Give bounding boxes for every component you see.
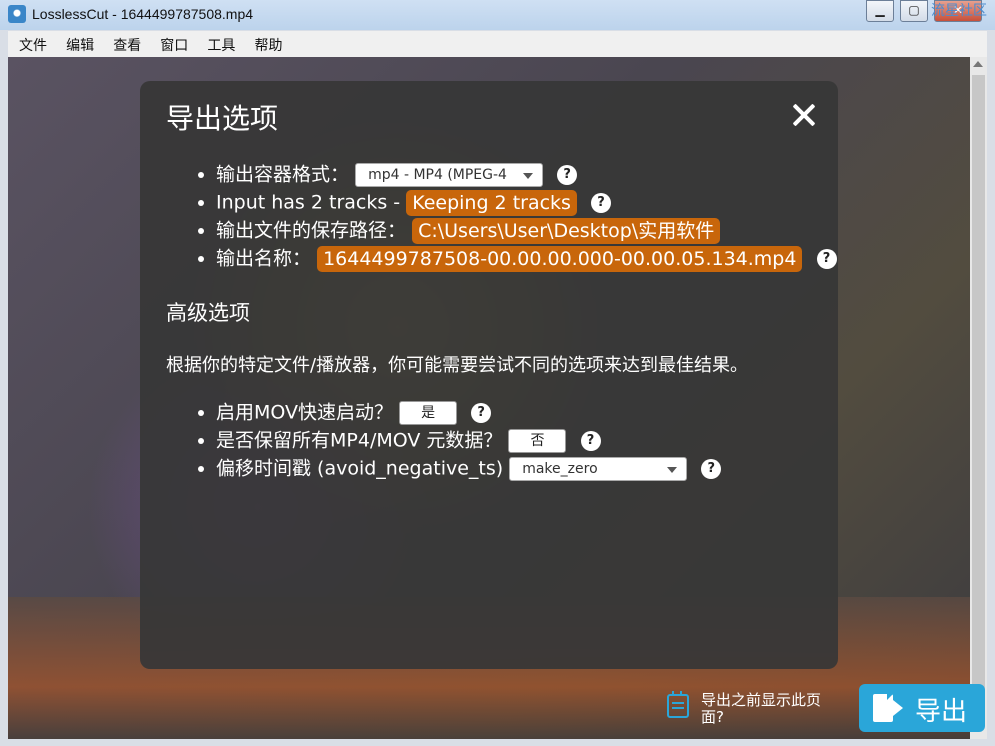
maximize-button[interactable]: ▢ [900, 0, 928, 22]
help-icon[interactable]: ? [580, 430, 601, 451]
minimize-button[interactable]: ▁ [866, 0, 894, 22]
list-item: 输出容器格式： mp4 - MP4 (MPEG-4 ? [216, 160, 837, 188]
advanced-options-list: 启用MOV快速启动？ 是 ? 是否保留所有MP4/MOV 元数据？ 否 ? 偏移… [190, 398, 722, 482]
container-format-value: mp4 - MP4 (MPEG-4 [368, 166, 507, 183]
help-icon[interactable]: ? [591, 192, 611, 213]
output-path-button[interactable]: C:\Users\User\Desktop\实用软件 [412, 217, 721, 244]
calendar-icon [667, 691, 689, 718]
dialog-close-icon[interactable] [790, 101, 818, 129]
chevron-down-icon [667, 466, 678, 473]
container-format-label: 输出容器格式： [216, 163, 350, 186]
export-button[interactable]: 导出 [859, 684, 985, 732]
menu-window[interactable]: 窗口 [157, 35, 191, 55]
chevron-down-icon [523, 172, 534, 179]
dialog-title: 导出选项 [166, 102, 279, 135]
tracks-button[interactable]: Keeping 2 tracks [406, 189, 577, 216]
list-item: 偏移时间戳 (avoid_negative_ts) make_zero ? [216, 454, 722, 482]
avoid-negative-ts-value: make_zero [522, 460, 598, 477]
output-name-field[interactable]: 1644499787508-00.00.00.000-00.00.05.134.… [317, 245, 803, 272]
show-dialog-label: 导出之前显示此页面? [701, 691, 822, 726]
preserve-metadata-label: 是否保留所有MP4/MOV 元数据？ [216, 429, 503, 452]
list-item: Input has 2 tracks - Keeping 2 tracks ? [216, 188, 837, 216]
window-title: LosslessCut - 1644499787508.mp4 [32, 6, 254, 22]
movflags-label: 启用MOV快速启动？ [216, 401, 394, 424]
menu-tools[interactable]: 工具 [204, 35, 238, 55]
export-options-list: 输出容器格式： mp4 - MP4 (MPEG-4 ? Input has 2 … [190, 160, 837, 272]
output-name-label: 输出名称： [216, 247, 312, 270]
title-bar: LosslessCut - 1644499787508.mp4 ▁ ▢ ✕ 流星… [0, 0, 995, 30]
menu-bar: 文件 编辑 查看 窗口 工具 帮助 [8, 31, 987, 58]
watermark: 流星社区 [931, 3, 987, 19]
output-path-label: 输出文件的保存路径： [216, 219, 407, 242]
preserve-metadata-toggle-button[interactable]: 否 [508, 428, 567, 453]
menu-help[interactable]: 帮助 [251, 35, 285, 55]
tracks-label: Input has 2 tracks - [216, 191, 407, 214]
help-icon[interactable]: ? [471, 402, 492, 423]
export-arrow-icon [893, 700, 903, 716]
movflags-toggle-button[interactable]: 是 [399, 400, 458, 425]
help-icon[interactable]: ? [816, 248, 837, 269]
menu-edit[interactable]: 编辑 [63, 35, 97, 55]
menu-file[interactable]: 文件 [16, 35, 50, 55]
scrollbar-thumb[interactable] [972, 75, 985, 715]
list-item: 是否保留所有MP4/MOV 元数据？ 否 ? [216, 426, 721, 454]
list-item: 启用MOV快速启动？ 是 ? [216, 398, 721, 426]
export-button-label: 导出 [915, 697, 968, 727]
avoid-negative-ts-label: 偏移时间戳 (avoid_negative_ts) [216, 457, 504, 480]
losslesscut-app-icon [8, 5, 26, 23]
help-icon[interactable]: ? [557, 164, 578, 185]
advanced-options-heading: 高级选项 [166, 301, 250, 325]
advanced-options-description: 根据你的特定文件/播放器，你可能需要尝试不同的选项来达到最佳结果。 [166, 355, 749, 376]
scroll-up-arrow-icon[interactable] [973, 61, 983, 67]
help-icon[interactable]: ? [701, 458, 722, 479]
container-format-select[interactable]: mp4 - MP4 (MPEG-4 [355, 162, 544, 187]
minimize-icon: ▁ [875, 3, 885, 17]
export-options-dialog: 导出选项 输出容器格式： mp4 - MP4 (MPEG-4 ? Input h… [140, 81, 838, 669]
avoid-negative-ts-select[interactable]: make_zero [509, 456, 688, 481]
list-item: 输出名称： 1644499787508-00.00.00.000-00.00.0… [216, 244, 837, 272]
menu-view[interactable]: 查看 [110, 35, 144, 55]
vertical-scrollbar[interactable] [970, 57, 987, 739]
show-dialog-before-export-toggle[interactable]: 导出之前显示此页面? [667, 691, 837, 732]
list-item: 输出文件的保存路径： C:\Users\User\Desktop\实用软件 [216, 216, 837, 244]
maximize-icon: ▢ [908, 3, 920, 17]
